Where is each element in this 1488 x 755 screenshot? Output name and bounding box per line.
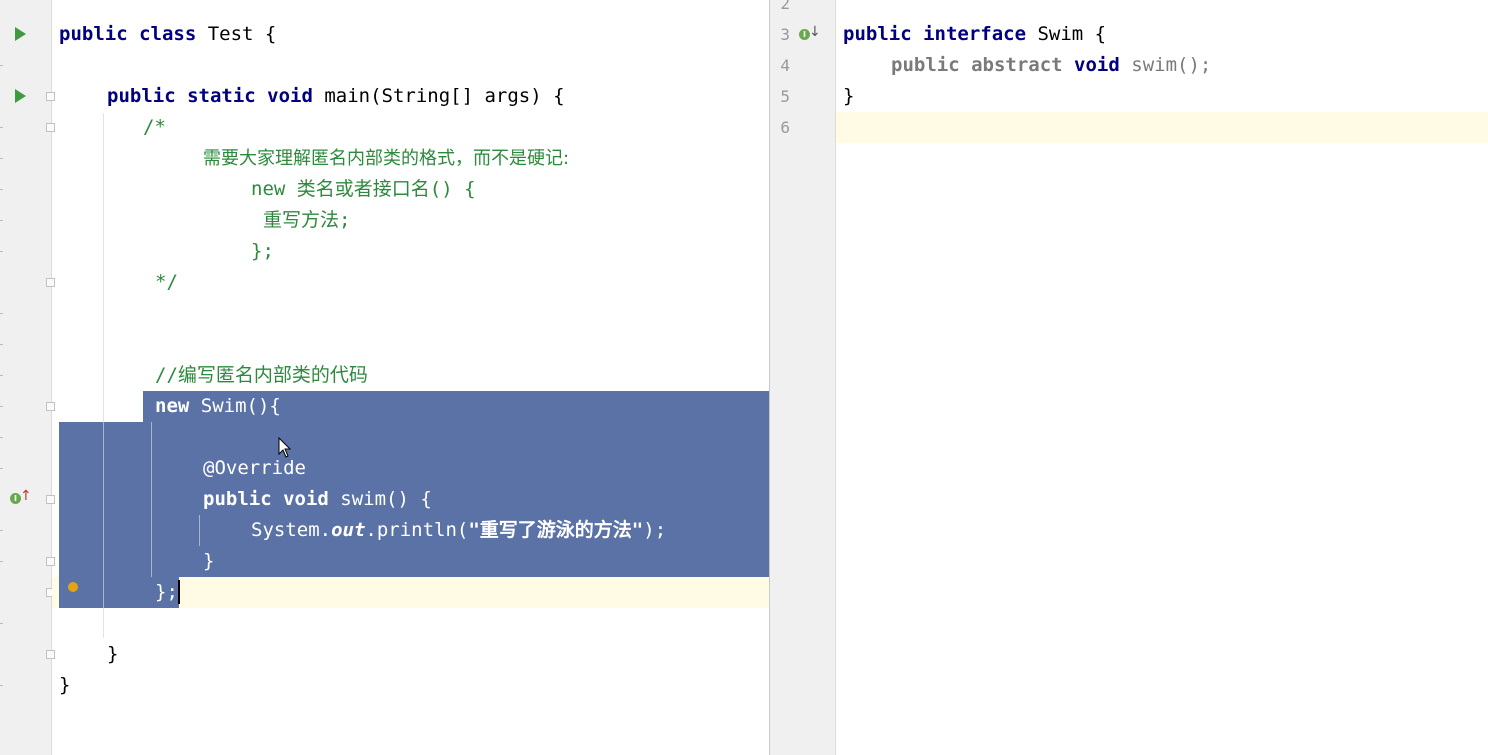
code-line-swim-method[interactable]: public void swim() { [203,484,769,515]
keyword: public void [203,488,329,510]
line-number: 5 [780,87,790,106]
run-class-icon[interactable] [15,27,26,41]
right-editor-pane[interactable]: 2 3 4 5 6 I ↓ public interface Swim { pu… [770,0,1488,755]
run-main-icon[interactable] [15,89,26,103]
comment-line[interactable]: }; [251,236,769,267]
keyword: public static void [107,85,313,107]
line-number: 4 [780,56,790,75]
comment-line[interactable]: */ [155,267,769,298]
code-line-abstract-method[interactable]: public abstract void swim(); [891,50,1488,81]
comment-line[interactable]: //编写匿名内部类的代码 [155,360,769,391]
line-number: 2 [780,0,790,13]
mouse-pointer-icon [278,437,292,458]
right-gutter[interactable]: 2 3 4 5 6 I ↓ [770,0,836,755]
keyword: new [155,395,190,417]
field-out: out [331,519,366,541]
code-line-new-swim[interactable]: new Swim(){ [155,391,769,422]
code-line-class[interactable]: public class Test { [59,19,769,50]
code-line-println[interactable]: System.out.println("重写了游泳的方法"); [251,515,769,546]
indent-guide [151,422,152,577]
code-text: main(String[] args) { [312,85,565,107]
code-text: ); [643,519,667,541]
code-text: swim() { [328,488,432,510]
code-text: Swim(){ [189,395,281,417]
comment-line[interactable]: 重写方法; [263,205,769,236]
code-text: Swim { [1026,23,1107,45]
line-number: 3 [780,25,790,44]
implemented-arrow-down-icon[interactable]: ↓ [809,24,821,40]
left-gutter[interactable]: I ↑ [0,0,55,755]
code-line-close-method[interactable]: } [203,546,769,577]
code-line-close-class[interactable]: } [59,670,769,701]
code-line-close-anon[interactable]: }; [155,577,769,608]
left-editor-pane[interactable]: I ↑ public class Test { public static vo… [0,0,769,755]
code-line-close-main[interactable]: } [107,639,769,670]
left-code-area[interactable]: public class Test { public static void m… [52,0,769,755]
intention-bulb-icon[interactable] [68,582,78,592]
right-code-area[interactable]: public interface Swim { public abstract … [836,0,1488,755]
code-text: System. [251,519,332,541]
text-caret [178,580,180,604]
keyword: void [1074,54,1120,76]
override-arrow-up-icon[interactable]: ↑ [20,488,32,504]
current-line-highlight [836,112,1488,143]
code-line-close-interface[interactable]: } [843,81,1488,112]
keyword-redundant: public abstract [891,54,1063,76]
indent-guide [103,422,104,608]
keyword: public class [59,23,197,45]
line-number: 6 [780,118,790,137]
indent-guide [199,515,200,546]
string-literal: "重写了游泳的方法" [468,519,644,541]
code-text: .println( [365,519,469,541]
comment-line[interactable]: 需要大家理解匿名内部类的格式，而不是硬记: [203,143,769,174]
code-line-main[interactable]: public static void main(String[] args) { [107,81,769,112]
comment-line[interactable]: /* [143,112,769,143]
code-text: Test { [196,23,277,45]
code-text: swim(); [1119,54,1212,76]
code-line-interface[interactable]: public interface Swim { [843,19,1488,50]
keyword: public interface [843,23,1027,45]
comment-line[interactable]: new 类名或者接口名() { [251,174,769,205]
